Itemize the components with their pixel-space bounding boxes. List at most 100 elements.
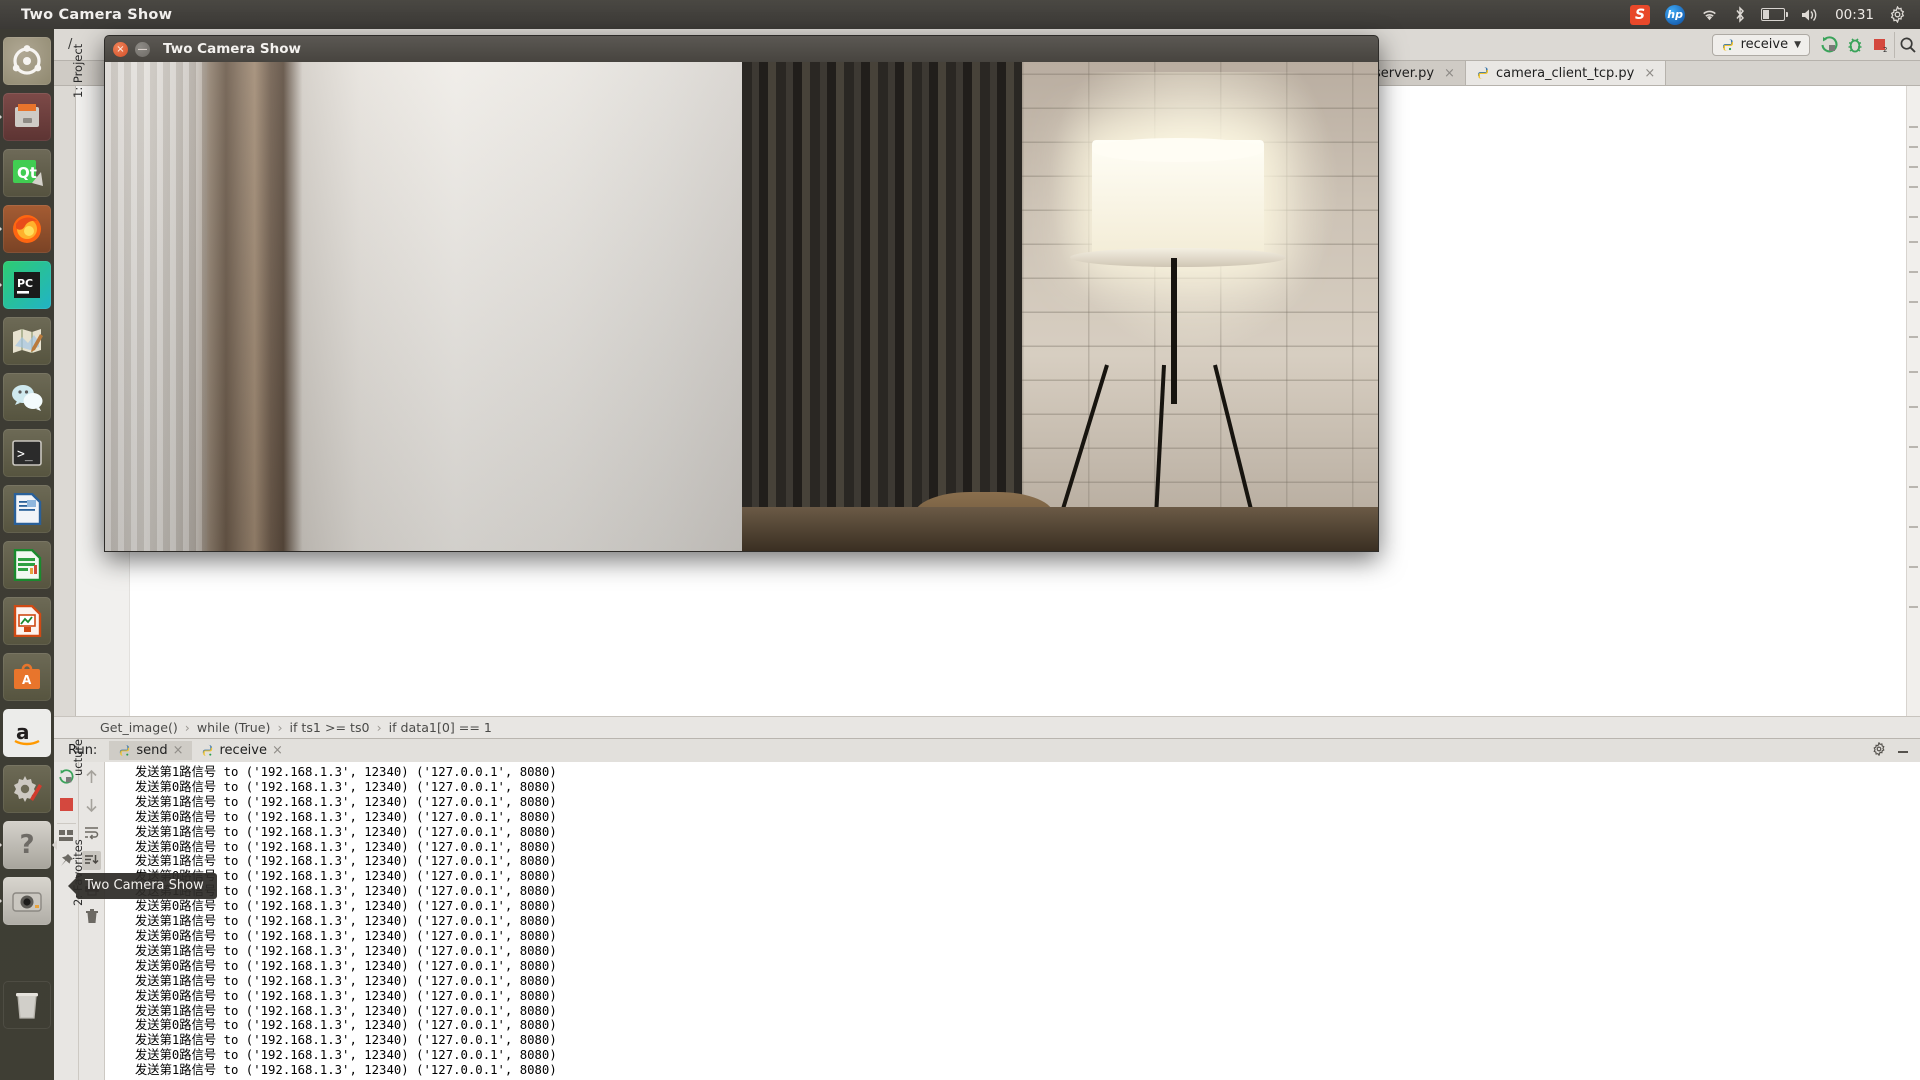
launcher-item-pycharm[interactable]: PC [0,261,51,309]
launcher-item-wechat[interactable] [3,373,51,421]
arrow-down-icon[interactable] [82,795,101,814]
tooltip-label: Two Camera Show [76,872,217,899]
svg-text:>_: >_ [17,447,33,462]
launcher-item-libreoffice-writer[interactable] [3,485,51,533]
launcher-item-ubuntu-dash[interactable] [3,37,51,85]
console-line: 发送第0路信号 to ('192.168.1.3', 12340) ('127.… [135,928,557,943]
launcher-item-map-editor[interactable] [3,317,51,365]
sidebar-item-project[interactable]: 1: Project [71,44,85,98]
close-button[interactable]: × [113,41,128,57]
python-icon [1477,67,1488,79]
console-line: 发送第1路信号 to ('192.168.1.3', 12340) ('127.… [135,854,557,869]
console-line: 发送第1路信号 to ('192.168.1.3', 12340) ('127.… [135,1033,557,1048]
editor-scrollbar[interactable] [1906,86,1920,716]
cam-window-titlebar[interactable]: × — Two Camera Show [104,35,1379,62]
console-line: 发送第1路信号 to ('192.168.1.3', 12340) ('127.… [135,765,557,779]
console-line: 发送第0路信号 to ('192.168.1.3', 12340) ('127.… [135,809,557,824]
system-tray: S hp 00:31 [1630,4,1920,25]
console-line: 发送第1路信号 to ('192.168.1.3', 12340) ('127.… [135,943,557,958]
run-configuration-name: receive [1740,37,1789,52]
breadcrumb: Get_image() › while (True) › if ts1 >= t… [54,716,1920,738]
python-icon [1722,38,1733,51]
cam-window-body [104,62,1379,552]
console-line: 发送第1路信号 to ('192.168.1.3', 12340) ('127.… [135,914,557,929]
launcher-item-system-settings[interactable] [3,765,51,813]
camera-feed-left [105,62,742,551]
console-line: 发送第1路信号 to ('192.168.1.3', 12340) ('127.… [135,884,557,899]
two-camera-show-window[interactable]: × — Two Camera Show [104,35,1379,552]
unity-top-panel: Two Camera Show S hp 00:31 [0,0,1920,29]
launcher-item-help[interactable]: ? [0,821,57,869]
breadcrumb-separator: › [376,720,382,735]
console-line: 发送第0路信号 to ('192.168.1.3', 12340) ('127.… [135,988,557,1003]
stop-icon[interactable]: 2 [1868,32,1894,58]
hp-icon[interactable]: hp [1665,4,1686,25]
launcher-item-camera[interactable] [0,877,51,925]
close-icon[interactable]: × [272,743,283,758]
run-tab-send[interactable]: send × [109,741,193,760]
tooltip-arrow [68,877,76,894]
launcher-item-trash[interactable] [3,981,51,1029]
left-tool-strip: 1: Project ucture 2: Favorites [54,44,85,906]
trash-icon[interactable] [82,907,101,926]
close-icon[interactable]: × [173,743,184,758]
svg-text:Qt: Qt [17,164,37,182]
sogou-input-icon[interactable]: S [1630,4,1651,25]
launcher-item-amazon[interactable]: a [3,709,51,757]
editor-tab-label: server.py [1374,65,1435,81]
run-tab-receive[interactable]: receive × [192,741,291,760]
launcher-item-terminal[interactable]: >_ [3,429,51,477]
console-line: 发送第0路信号 to ('192.168.1.3', 12340) ('127.… [135,958,557,973]
debug-icon[interactable] [1842,32,1868,58]
python-icon [120,744,130,757]
console-line: 发送第1路信号 to ('192.168.1.3', 12340) ('127.… [135,794,557,809]
breadcrumb-item-2[interactable]: if ts1 >= ts0 [290,720,370,735]
editor-tab-camera-client-tcp[interactable]: camera_client_tcp.py × [1465,61,1667,85]
active-window-title: Two Camera Show [21,6,173,23]
console-line: 发送第0路信号 to ('192.168.1.3', 12340) ('127.… [135,899,557,914]
run-configuration-selector[interactable]: receive ▼ [1711,33,1810,56]
launcher-item-qt-creator[interactable]: Qt [3,149,51,197]
launcher-item-firefox[interactable] [0,205,51,253]
launcher-tooltip: Two Camera Show [68,872,217,899]
console-line: 发送第0路信号 to ('192.168.1.3', 12340) ('127.… [135,839,557,854]
battery-icon[interactable] [1761,8,1789,21]
breadcrumb-separator: › [184,720,190,735]
console-line: 发送第0路信号 to ('192.168.1.3', 12340) ('127.… [135,1048,557,1063]
close-icon[interactable]: × [1644,66,1655,81]
wifi-icon[interactable] [1700,7,1719,22]
breadcrumb-item-0[interactable]: Get_image() [100,720,178,735]
launcher-item-files[interactable] [0,93,51,141]
run-icon[interactable] [1816,32,1842,58]
sidebar-item-structure[interactable]: ucture [71,739,85,776]
breadcrumb-item-1[interactable]: while (True) [197,720,271,735]
run-tab-label: send [136,743,168,758]
bluetooth-icon[interactable] [1734,6,1746,23]
run-action-rail-right [79,762,105,1080]
search-icon[interactable] [1894,31,1920,58]
cam-window-title: Two Camera Show [163,41,301,57]
minimize-icon[interactable] [1896,741,1910,760]
run-action-rail-left [54,762,79,1080]
console-line: 发送第1路信号 to ('192.168.1.3', 12340) ('127.… [135,973,557,988]
launcher-item-libreoffice-impress[interactable] [3,597,51,645]
console-line: 发送第1路信号 to ('192.168.1.3', 12340) ('127.… [135,1063,557,1078]
launcher-item-libreoffice-calc[interactable] [3,541,51,589]
chevron-down-icon[interactable]: ▼ [1794,40,1801,50]
clock[interactable]: 00:31 [1835,7,1874,23]
unity-launcher: Qt PC >_ A a ? [0,29,57,1080]
stop-badge: 2 [1883,46,1887,54]
stop-icon[interactable] [57,795,76,814]
editor-tab-label: camera_client_tcp.py [1495,65,1635,81]
console-line: 发送第0路信号 to ('192.168.1.3', 12340) ('127.… [135,1018,557,1033]
gear-icon[interactable] [1872,741,1886,760]
volume-icon[interactable] [1800,7,1820,23]
minimize-button[interactable]: — [135,41,150,57]
run-tool-window-header: Run: send × receive × [54,738,1920,762]
launcher-item-ubuntu-software[interactable]: A [3,653,51,701]
gear-icon[interactable] [1889,6,1906,23]
breadcrumb-item-3[interactable]: if data1[0] == 1 [389,720,492,735]
close-icon[interactable]: × [1444,66,1455,81]
console-output[interactable]: 发送第1路信号 to ('192.168.1.3', 12340) ('127.… [105,762,1920,1080]
run-tab-label: receive [219,743,267,758]
